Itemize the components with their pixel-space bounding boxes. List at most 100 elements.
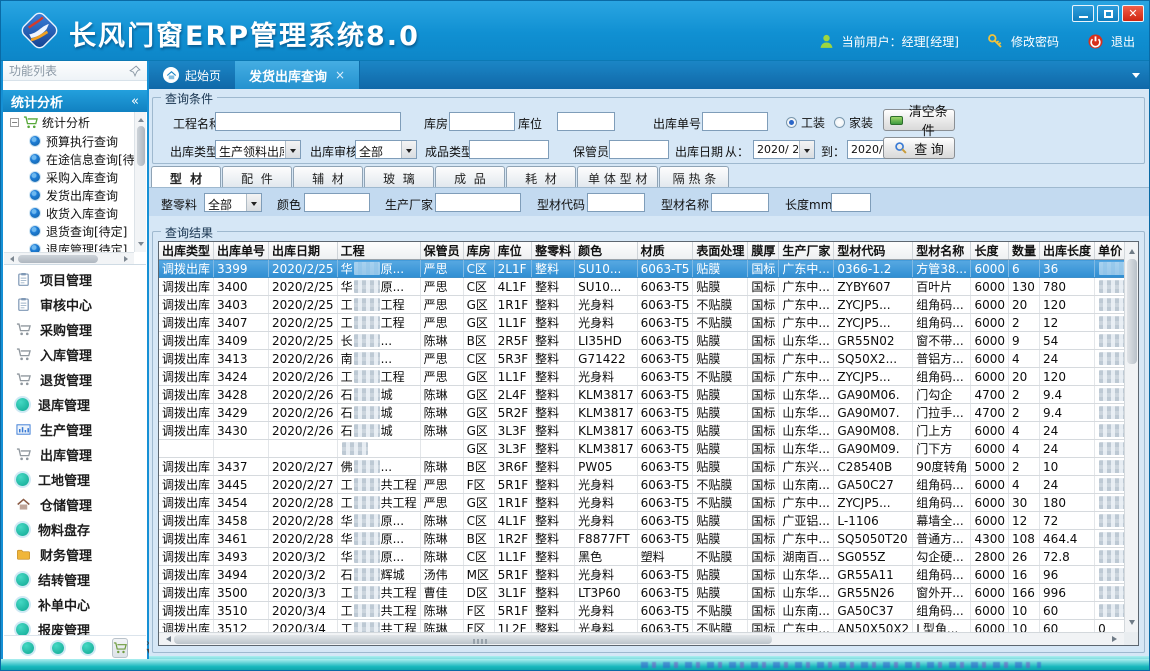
tree-root[interactable]: − 统计分析: [4, 112, 134, 132]
footer-cart-button[interactable]: [112, 638, 128, 658]
tab-close-icon[interactable]: ×: [335, 68, 345, 82]
material-tab[interactable]: 型 材: [151, 166, 221, 187]
table-row[interactable]: 调拨出库34612020/2/28华原...陈琳B区1R2F整料F8877FT6…: [159, 530, 1124, 548]
sidebar-item[interactable]: 项目管理: [4, 267, 146, 292]
tree-item[interactable]: 发货出库查询: [4, 186, 134, 204]
column-header[interactable]: 工程: [337, 242, 420, 260]
tab-list-dropdown-icon[interactable]: [1132, 73, 1140, 82]
column-header[interactable]: 长度: [971, 242, 1009, 260]
warehouse-input[interactable]: [449, 112, 515, 131]
sidebar-item[interactable]: 财务管理: [4, 542, 146, 567]
tree-horizontal-scrollbar[interactable]: [4, 252, 134, 264]
maximize-button[interactable]: [1097, 5, 1119, 22]
collapse-icon[interactable]: «: [131, 94, 139, 109]
table-row[interactable]: 调拨出库34302020/2/26石城陈琳G区3L3F整料KLM38176063…: [159, 422, 1124, 440]
column-header[interactable]: 生产厂家: [779, 242, 834, 260]
profile-code-input[interactable]: [587, 193, 645, 212]
sidebar-item[interactable]: 退库管理: [4, 392, 146, 417]
table-row[interactable]: 调拨出库34292020/2/26石城陈琳G区5R2F整料KLM38176063…: [159, 404, 1124, 422]
table-row[interactable]: 调拨出库33992020/2/25华原...严思C区2L1F整料SU10...6…: [159, 260, 1124, 278]
radio-gongzhuang[interactable]: 工装: [786, 114, 825, 131]
location-input[interactable]: [557, 112, 615, 131]
material-tab[interactable]: 玻 璃: [364, 166, 434, 187]
tree-item[interactable]: 采购入库查询: [4, 168, 134, 186]
tree-item[interactable]: 预算执行查询: [4, 132, 134, 150]
table-row[interactable]: 调拨出库34242020/2/26工工程严思G区1L1F整料光身料6063-T5…: [159, 368, 1124, 386]
table-row[interactable]: 调拨出库34372020/2/27佛...陈琳B区3R6F整料PW056063-…: [159, 458, 1124, 476]
tree-item[interactable]: 收货入库查询: [4, 204, 134, 222]
whole-piece-select[interactable]: 全部: [204, 193, 262, 212]
column-header[interactable]: 出库长度: [1040, 242, 1095, 260]
search-button[interactable]: 查 询: [883, 137, 955, 159]
table-row[interactable]: 调拨出库34932020/3/2华原...陈琳C区1L1F整料黑色塑料不贴膜国标…: [159, 548, 1124, 566]
column-header[interactable]: 保管员: [420, 242, 463, 260]
table-row[interactable]: 调拨出库34032020/2/25工工程严思G区1R1F整料光身料6063-T5…: [159, 296, 1124, 314]
material-tab[interactable]: 单 体 型 材: [577, 166, 658, 187]
column-header[interactable]: 出库类型: [159, 242, 214, 260]
change-password-link[interactable]: 修改密码: [1011, 33, 1059, 50]
material-tab[interactable]: 配 件: [222, 166, 292, 187]
dot-icon[interactable]: [52, 642, 64, 654]
table-row[interactable]: 调拨出库34452020/2/27工共工程严思F区5R1F整料光身料6063-T…: [159, 476, 1124, 494]
material-tab[interactable]: 耗 材: [506, 166, 576, 187]
dot-icon[interactable]: [22, 642, 34, 654]
column-header[interactable]: 整零料: [532, 242, 575, 260]
column-header[interactable]: 型材代码: [834, 242, 913, 260]
sidebar-item[interactable]: 仓储管理: [4, 492, 146, 517]
sidebar-item[interactable]: 工地管理: [4, 467, 146, 492]
column-header[interactable]: 库房: [463, 242, 494, 260]
sidebar-item[interactable]: 采购管理: [4, 317, 146, 342]
column-header[interactable]: 表面处理: [693, 242, 748, 260]
column-header[interactable]: 出库日期: [269, 242, 338, 260]
table-row[interactable]: 调拨出库34542020/2/28工共工程严思G区1R1F整料光身料6063-T…: [159, 494, 1124, 512]
table-row[interactable]: 调拨出库34132020/2/26南...严思C区5R3F整料G71422606…: [159, 350, 1124, 368]
table-row[interactable]: 调拨出库34092020/2/25长...陈琳B区2R5F整料LI35HD606…: [159, 332, 1124, 350]
tab-home[interactable]: 起始页: [149, 61, 235, 89]
column-header[interactable]: 单价: [1095, 242, 1124, 260]
table-row[interactable]: G区3L3F整料KLM38176063-T5贴膜国标山东华...GA90M09.…: [159, 440, 1124, 458]
dot-icon[interactable]: [82, 642, 94, 654]
column-header[interactable]: 库位: [494, 242, 532, 260]
table-row[interactable]: 调拨出库35002020/3/3工共工程曹佳D区3L1F整料LT3P606063…: [159, 584, 1124, 602]
radio-jiazhuang[interactable]: 家装: [834, 114, 873, 131]
tree-vertical-scrollbar[interactable]: [134, 112, 146, 252]
column-header[interactable]: 型材名称: [913, 242, 971, 260]
sidebar-item[interactable]: 入库管理: [4, 342, 146, 367]
tree-expander-icon[interactable]: −: [10, 118, 19, 127]
grid-horizontal-scrollbar[interactable]: [159, 632, 1124, 645]
tree-item[interactable]: 在途信息查询[待: [4, 150, 134, 168]
audit-select[interactable]: 全部: [355, 140, 417, 159]
sidebar-item[interactable]: 出库管理: [4, 442, 146, 467]
column-header[interactable]: 材质: [637, 242, 693, 260]
sidebar-item[interactable]: 退货管理: [4, 367, 146, 392]
material-tab[interactable]: 辅 材: [293, 166, 363, 187]
table-row[interactable]: 调拨出库34072020/2/25工工程严思G区1L1F整料光身料6063-T5…: [159, 314, 1124, 332]
date-from-picker[interactable]: 2020/ 2/16: [753, 140, 815, 159]
minimize-button[interactable]: [1072, 5, 1094, 22]
table-row[interactable]: 调拨出库34282020/2/26石城陈琳G区2L4F整料KLM38176063…: [159, 386, 1124, 404]
column-header[interactable]: 颜色: [575, 242, 637, 260]
pin-icon[interactable]: [129, 65, 141, 77]
material-tab[interactable]: 隔 热 条: [659, 166, 729, 187]
clear-conditions-button[interactable]: 清空条件: [883, 109, 955, 131]
length-input[interactable]: [831, 193, 871, 212]
column-header[interactable]: 出库单号: [214, 242, 269, 260]
project-name-input[interactable]: [215, 112, 401, 131]
outbound-type-select[interactable]: 生产领料出库: [215, 140, 301, 159]
sidebar-item[interactable]: 结转管理: [4, 567, 146, 592]
column-header[interactable]: 膜厚: [748, 242, 779, 260]
maker-input[interactable]: [435, 193, 521, 212]
color-input[interactable]: [304, 193, 370, 212]
table-row[interactable]: 调拨出库34582020/2/28华原...陈琳C区4L1F整料光身料6063-…: [159, 512, 1124, 530]
logout-link[interactable]: 退出: [1111, 33, 1135, 50]
profile-name-input[interactable]: [711, 193, 769, 212]
section-header[interactable]: 统计分析 «: [3, 90, 147, 112]
grid-vertical-scrollbar[interactable]: [1124, 242, 1138, 632]
table-row[interactable]: 调拨出库34942020/3/2石辉城汤伟M区5R1F整料光身料6063-T5贴…: [159, 566, 1124, 584]
keeper-input[interactable]: [609, 140, 669, 159]
sidebar-item[interactable]: 审核中心: [4, 292, 146, 317]
sidebar-item[interactable]: 报废管理: [4, 617, 146, 637]
order-no-input[interactable]: [702, 112, 768, 131]
sidebar-item[interactable]: 生产管理: [4, 417, 146, 442]
close-button[interactable]: ✕: [1122, 5, 1144, 22]
